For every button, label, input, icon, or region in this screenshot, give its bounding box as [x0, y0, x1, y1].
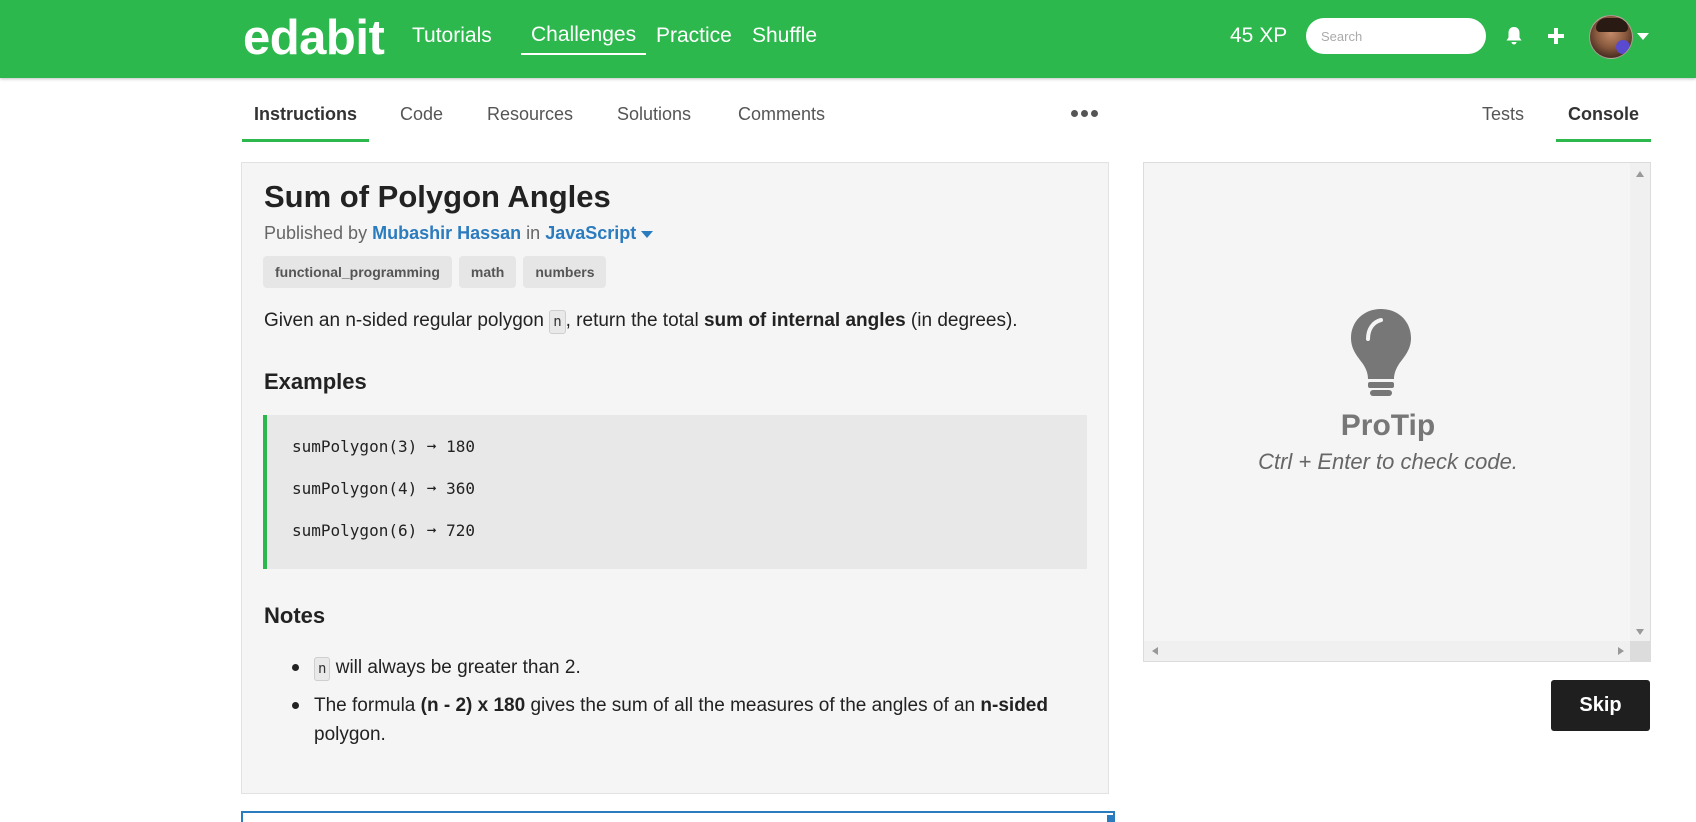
example-line: sumPolygon(4) ➞ 360 — [292, 479, 476, 498]
note-text: gives the sum of all the measures of the… — [530, 695, 976, 716]
edabit-logo[interactable]: edabit — [243, 10, 385, 66]
author-link[interactable]: Mubashir Hassan — [372, 223, 521, 243]
tag-functional-programming[interactable]: functional_programming — [263, 256, 452, 288]
nav-link-tutorials[interactable]: Tutorials — [412, 24, 492, 48]
instructions-panel: Sum of Polygon Angles Published by Mubas… — [241, 162, 1109, 794]
published-by: Published by Mubashir Hassan in JavaScri… — [264, 223, 654, 244]
examples-heading: Examples — [264, 369, 367, 394]
scroll-right-icon[interactable] — [1618, 647, 1624, 655]
vertical-scrollbar[interactable] — [1630, 163, 1650, 643]
scroll-left-icon[interactable] — [1152, 647, 1158, 655]
tab-console[interactable]: Console — [1556, 104, 1652, 142]
code-editor-corner — [1107, 815, 1115, 822]
tab-tests[interactable]: Tests — [1470, 104, 1536, 139]
desc-bold: sum of internal angles — [703, 310, 906, 331]
horizontal-scrollbar[interactable] — [1144, 641, 1632, 661]
note-bold: (n - 2) x 180 — [420, 695, 526, 716]
in-word: in — [526, 223, 541, 243]
note-text: The formula — [314, 695, 416, 716]
code-editor-frame[interactable] — [241, 811, 1115, 822]
tab-instructions[interactable]: Instructions — [242, 104, 370, 142]
plus-icon[interactable] — [1544, 24, 1568, 48]
more-dots-icon[interactable] — [1071, 110, 1098, 117]
tag-math[interactable]: math — [458, 256, 517, 288]
chevron-down-icon[interactable] — [1637, 33, 1649, 40]
scroll-down-icon[interactable] — [1636, 629, 1644, 635]
tab-comments[interactable]: Comments — [726, 104, 837, 139]
tab-resources[interactable]: Resources — [475, 104, 585, 139]
note-item: The formula (n - 2) x 180 gives the sum … — [292, 691, 1082, 749]
language-label: JavaScript — [545, 223, 637, 243]
example-line: sumPolygon(3) ➞ 180 — [292, 437, 476, 456]
challenge-title: Sum of Polygon Angles — [264, 179, 611, 214]
protip-title: ProTip — [1340, 409, 1436, 442]
example-line: sumPolygon(6) ➞ 720 — [292, 521, 476, 540]
avatar[interactable] — [1589, 15, 1633, 59]
desc-text-1: Given an n-sided regular polygon — [264, 310, 544, 331]
scrollbar-corner — [1630, 641, 1650, 661]
language-dropdown[interactable]: JavaScript — [545, 223, 654, 243]
nav-link-shuffle[interactable]: Shuffle — [752, 24, 817, 48]
challenge-description: Given an n-sided regular polygon n, retu… — [264, 310, 1018, 334]
tab-code[interactable]: Code — [388, 104, 455, 139]
xp-counter: 45 XP — [1230, 24, 1288, 47]
skip-button[interactable]: Skip — [1551, 680, 1650, 731]
nav-link-challenges[interactable]: Challenges — [521, 23, 647, 55]
scroll-up-icon[interactable] — [1636, 171, 1644, 177]
nav-link-practice[interactable]: Practice — [656, 24, 732, 48]
desc-code-n: n — [549, 310, 566, 334]
tag-numbers[interactable]: numbers — [523, 256, 607, 288]
notes-list: n will always be greater than 2. The for… — [292, 653, 1082, 756]
caret-down-icon — [641, 230, 654, 238]
note-code-n: n — [314, 657, 331, 681]
lightbulb-icon — [1348, 307, 1414, 404]
note-text: polygon. — [314, 724, 386, 745]
notes-heading: Notes — [264, 603, 326, 628]
top-navbar: edabit Tutorials Challenges Practice Shu… — [0, 0, 1696, 78]
console-panel: ProTip Ctrl + Enter to check code. — [1143, 162, 1651, 662]
desc-text-3: (in degrees). — [910, 310, 1018, 331]
published-prefix: Published by — [264, 223, 368, 243]
bell-icon[interactable] — [1502, 24, 1526, 48]
note-bold: n-sided — [980, 695, 1048, 716]
tab-solutions[interactable]: Solutions — [605, 104, 703, 139]
protip-text: Ctrl + Enter to check code. — [1258, 449, 1518, 474]
bullet-icon — [292, 664, 299, 671]
tag-list: functional_programming math numbers — [263, 256, 607, 288]
bullet-icon — [292, 702, 299, 709]
examples-code-block: sumPolygon(3) ➞ 180 sumPolygon(4) ➞ 360 … — [263, 415, 1087, 569]
note-text: will always be greater than 2. — [335, 657, 581, 678]
search-input[interactable] — [1306, 18, 1486, 54]
desc-text-2: , return the total — [565, 310, 699, 331]
note-item: n will always be greater than 2. — [292, 653, 1082, 684]
